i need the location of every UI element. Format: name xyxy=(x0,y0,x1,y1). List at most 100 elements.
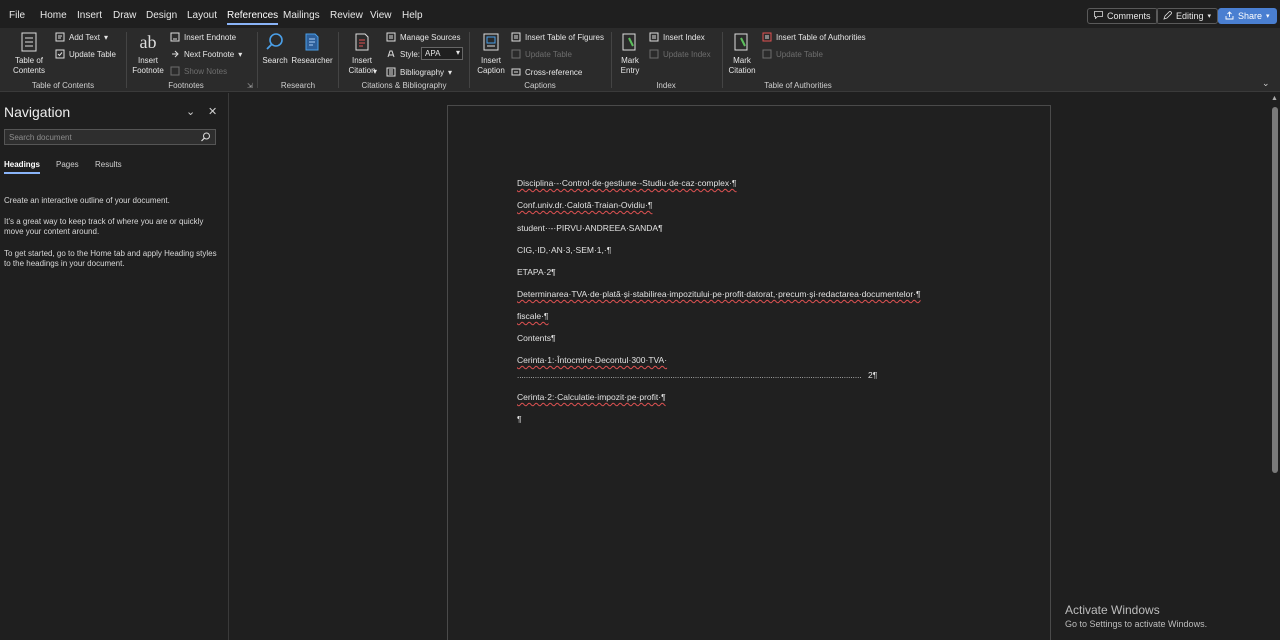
cross-reference-icon xyxy=(511,67,521,77)
search-icon[interactable] xyxy=(195,130,215,144)
bibliography-button[interactable]: Bibliography ▾ xyxy=(386,67,452,77)
tab-insert[interactable]: Insert xyxy=(77,10,102,21)
table-of-contents-icon xyxy=(18,31,40,53)
document-page[interactable]: Disciplina·-·Control·de·gestiune·-Studiu… xyxy=(447,105,1051,640)
tab-help[interactable]: Help xyxy=(402,10,423,21)
document-line[interactable]: Conf.univ.dr.·Calotă·Traian-Ovidiu·¶ xyxy=(517,200,652,210)
tab-file[interactable]: File xyxy=(9,10,25,21)
table-of-contents-label: Table of Contents xyxy=(12,56,46,75)
insert-endnote-button[interactable]: Insert Endnote xyxy=(170,32,236,42)
collapse-ribbon-icon[interactable]: ⌄ xyxy=(1262,78,1270,89)
group-label-authorities: Table of Authorities xyxy=(764,81,832,90)
navigation-help-text: To get started, go to the Home tab and a… xyxy=(4,249,217,268)
tab-draw[interactable]: Draw xyxy=(113,10,136,21)
editing-mode-button[interactable]: Editing ▾ xyxy=(1156,8,1219,24)
document-line[interactable]: Determinarea·TVA·de·plată·și·stabilirea·… xyxy=(517,289,921,299)
share-button[interactable]: Share ▾ xyxy=(1218,8,1277,24)
navigation-pane: Navigation ⌄ ✕ Headings Pages Results Cr… xyxy=(0,93,229,640)
researcher-button[interactable]: Researcher xyxy=(291,31,333,66)
chevron-down-icon: ▾ xyxy=(103,32,108,42)
navigation-help-text: It's a great way to keep track of where … xyxy=(4,217,204,236)
tab-references[interactable]: References xyxy=(227,10,279,25)
toc-page-number[interactable]: 2¶ xyxy=(868,370,877,380)
search-button[interactable]: Search xyxy=(262,31,288,66)
activate-windows-watermark: Activate Windows Go to Settings to activ… xyxy=(1065,603,1207,629)
document-area: Disciplina·-·Control·de·gestiune·-Studiu… xyxy=(230,93,1270,640)
show-notes-button[interactable]: Show Notes xyxy=(170,66,227,76)
citation-icon xyxy=(351,31,373,53)
mark-citation-label: Mark Citation xyxy=(728,56,756,75)
nav-tab-headings[interactable]: Headings xyxy=(4,160,41,174)
cross-reference-button[interactable]: Cross-reference xyxy=(511,67,582,77)
chevron-down-icon: ▾ xyxy=(373,67,378,76)
scroll-up-icon[interactable]: ▲ xyxy=(1271,95,1278,102)
insert-index-button[interactable]: Insert Index xyxy=(649,32,705,42)
tab-review[interactable]: Review xyxy=(330,10,363,21)
insert-index-label: Insert Index xyxy=(663,32,705,42)
document-line[interactable]: fiscale·¶ xyxy=(517,311,549,321)
ribbon-separator xyxy=(469,32,470,88)
document-line[interactable]: ¶ xyxy=(517,414,522,424)
pencil-icon xyxy=(1163,9,1173,22)
toc-leader-dots: ........................................… xyxy=(517,371,862,380)
insert-table-of-authorities-button[interactable]: Insert Table of Authorities xyxy=(762,32,866,42)
toc-entry[interactable]: Cerinta·2:·Calculatie·impozit·pe·profit·… xyxy=(517,392,666,402)
table-of-figures-icon xyxy=(511,32,521,42)
update-table-figures-button[interactable]: Update Table xyxy=(511,49,572,59)
insert-footnote-button[interactable]: ab Insert Footnote xyxy=(131,31,165,76)
table-of-contents-button[interactable]: Table of Contents xyxy=(8,31,50,76)
mark-citation-button[interactable]: Mark Citation xyxy=(726,31,758,76)
next-footnote-button[interactable]: Next Footnote ▾ xyxy=(170,49,242,59)
tab-design[interactable]: Design xyxy=(146,10,177,21)
update-table-button[interactable]: Update Table xyxy=(55,49,116,59)
nav-tab-pages[interactable]: Pages xyxy=(56,160,79,169)
tab-home[interactable]: Home xyxy=(40,10,67,21)
add-text-icon xyxy=(55,32,65,42)
document-line[interactable]: CIG,·ID,·AN·3,·SEM·1,·¶ xyxy=(517,245,611,255)
update-table-authorities-button[interactable]: Update Table xyxy=(762,49,823,59)
add-text-label: Add Text xyxy=(69,32,100,42)
close-icon[interactable]: ✕ xyxy=(208,105,217,118)
insert-citation-button[interactable]: Insert Citation ▾ xyxy=(343,31,381,76)
vertical-scrollbar[interactable]: ▲ xyxy=(1270,93,1280,640)
search-label: Search xyxy=(262,56,288,65)
citation-style-dropdown[interactable]: APA ▾ xyxy=(421,47,463,60)
document-line[interactable]: ETAPA·2¶ xyxy=(517,267,556,277)
researcher-label: Researcher xyxy=(291,56,333,65)
update-index-button[interactable]: Update Index xyxy=(649,49,711,59)
group-label-citations: Citations & Bibliography xyxy=(361,81,447,90)
comments-button[interactable]: Comments xyxy=(1087,8,1158,24)
ribbon-separator xyxy=(257,32,258,88)
chevron-down-icon[interactable]: ⌄ xyxy=(186,105,195,118)
document-line[interactable]: student··-·PIRVU·ANDREEA·SANDA¶ xyxy=(517,223,663,233)
group-label-research: Research xyxy=(280,81,316,90)
manage-sources-button[interactable]: Manage Sources xyxy=(386,32,460,42)
comment-icon xyxy=(1094,11,1103,21)
insert-endnote-label: Insert Endnote xyxy=(184,32,237,42)
ribbon-separator xyxy=(338,32,339,88)
navigation-search-box xyxy=(4,129,216,145)
endnote-icon xyxy=(170,32,180,42)
search-document-input[interactable] xyxy=(5,132,195,142)
insert-table-of-figures-button[interactable]: Insert Table of Figures xyxy=(511,32,604,42)
toc-heading[interactable]: Contents¶ xyxy=(517,333,556,343)
tab-view[interactable]: View xyxy=(370,10,392,21)
update-table-icon xyxy=(511,49,521,59)
next-footnote-icon xyxy=(170,49,180,59)
toc-entry[interactable]: Cerinta·1:·Întocmire·Decontul·300·TVA· xyxy=(517,355,667,365)
insert-caption-button[interactable]: Insert Caption xyxy=(474,31,508,76)
nav-tab-results[interactable]: Results xyxy=(95,160,122,169)
chevron-down-icon: ▾ xyxy=(1207,13,1212,20)
share-label: Share xyxy=(1238,11,1263,21)
scrollbar-thumb[interactable] xyxy=(1272,107,1278,473)
mark-entry-button[interactable]: Mark Entry xyxy=(616,31,644,76)
tab-layout[interactable]: Layout xyxy=(187,10,217,21)
document-line[interactable]: Disciplina·-·Control·de·gestiune·-Studiu… xyxy=(517,178,737,188)
group-label-captions: Captions xyxy=(524,81,556,90)
footnotes-dialog-launcher-icon[interactable]: ⇲ xyxy=(247,82,253,90)
insert-footnote-label: Insert Footnote xyxy=(132,56,164,75)
add-text-button[interactable]: Add Text ▾ xyxy=(55,32,108,42)
manage-sources-label: Manage Sources xyxy=(400,32,461,42)
update-index-icon xyxy=(649,49,659,59)
tab-mailings[interactable]: Mailings xyxy=(283,10,320,21)
